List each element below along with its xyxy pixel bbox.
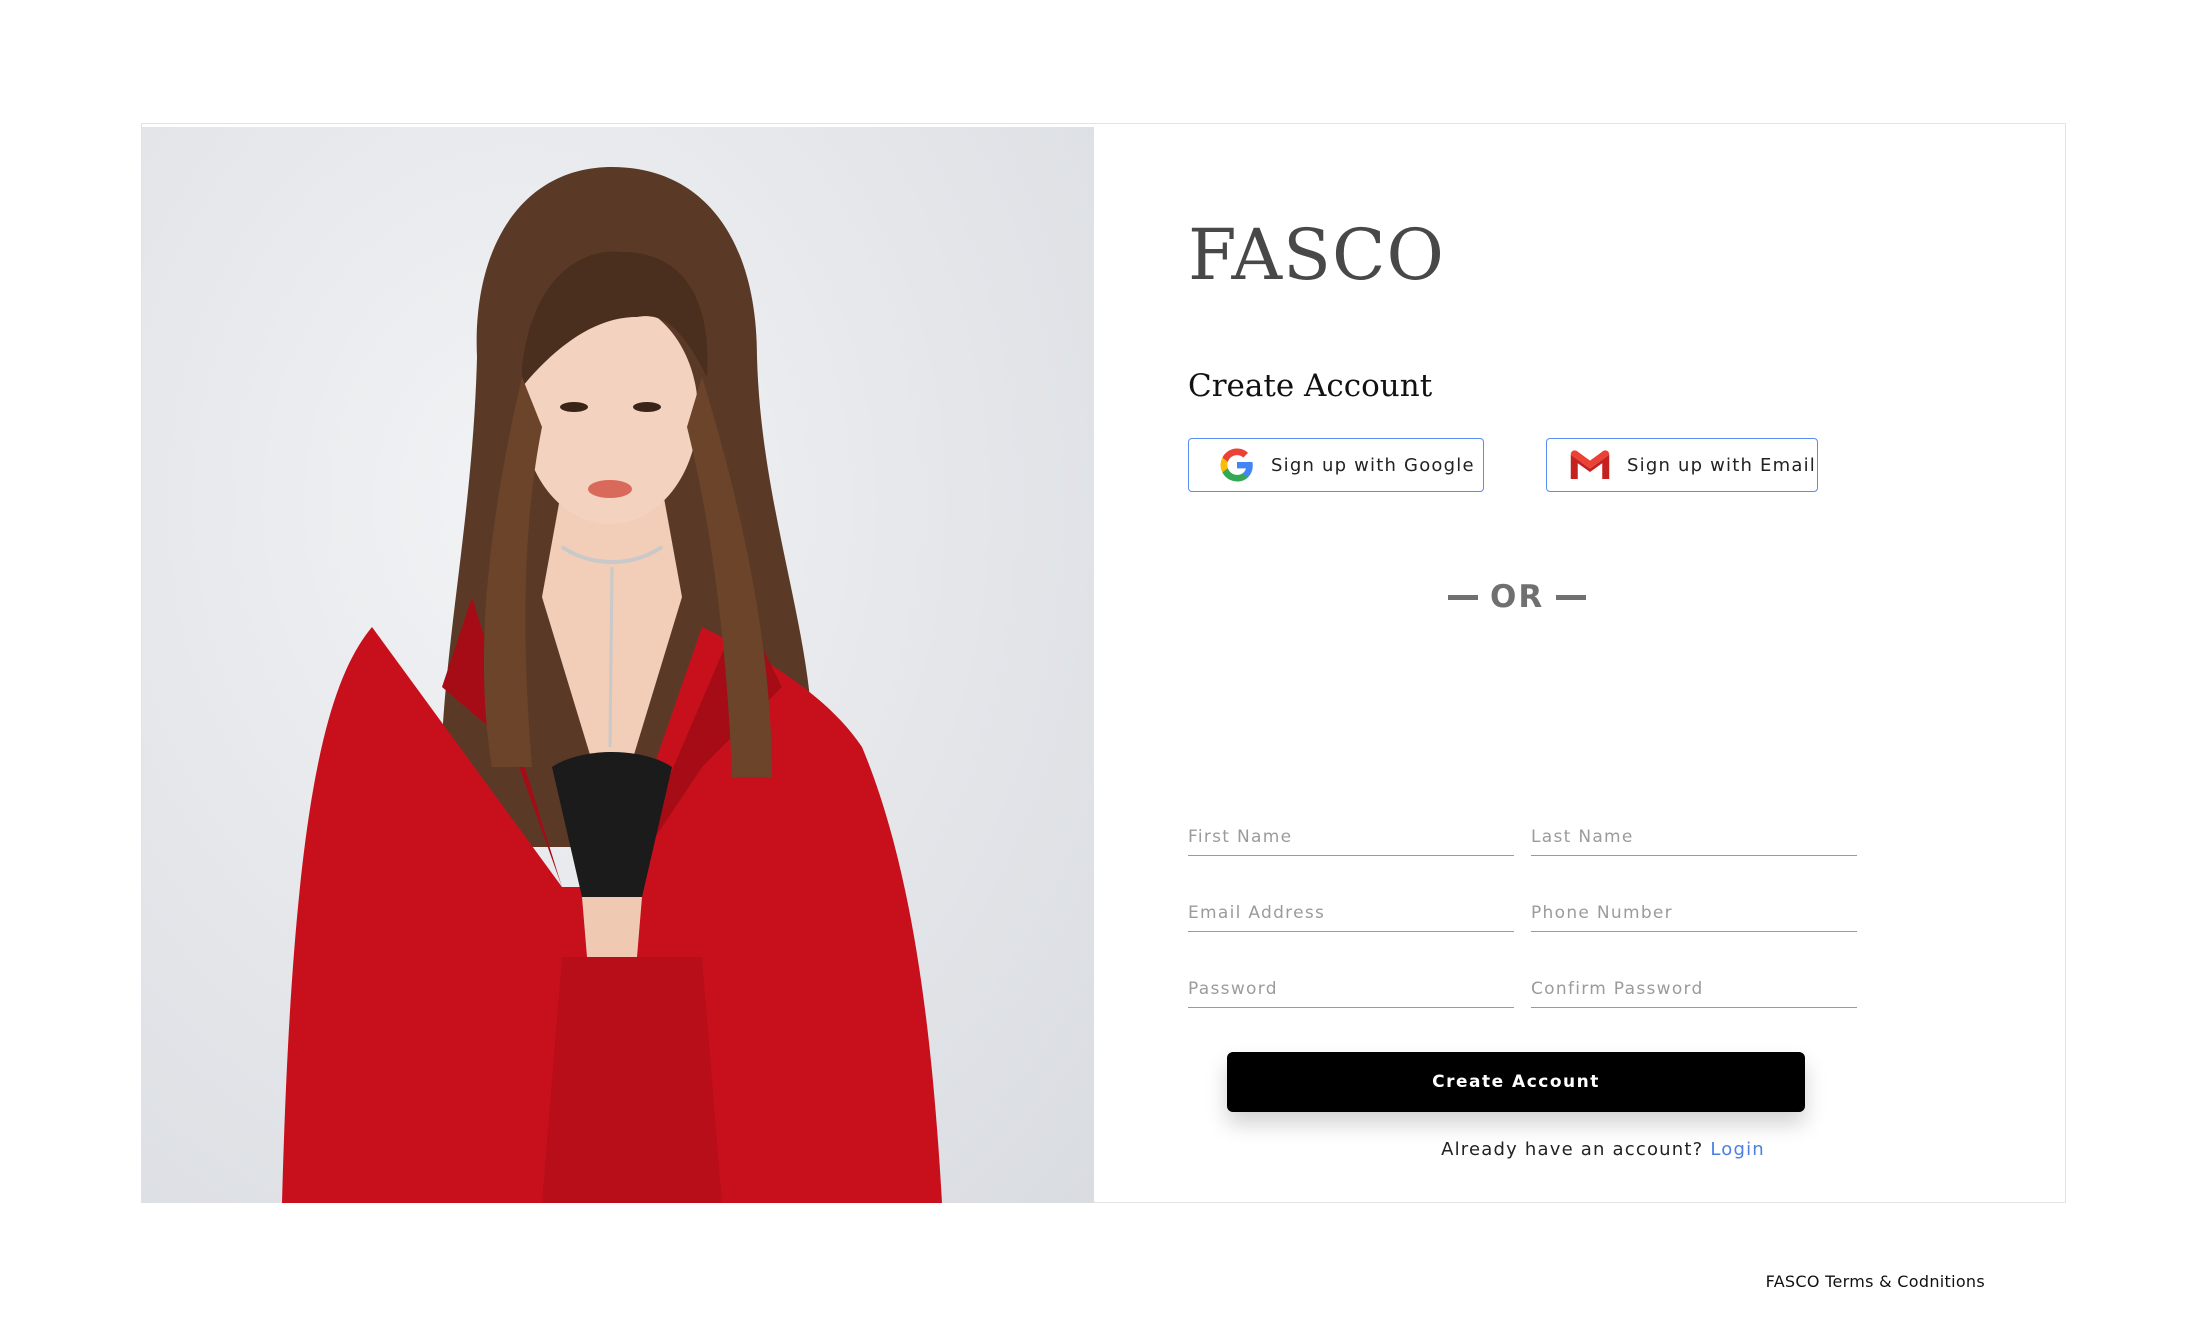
first-name-field[interactable] [1188,810,1514,856]
gmail-logo-icon [1570,450,1610,479]
login-link[interactable]: Login [1710,1139,1765,1160]
divider-line-right [1556,594,1587,600]
brand-logo: FASCO [1188,214,1445,296]
google-signup-button[interactable]: Sign up with Google [1188,438,1484,492]
email-signup-button[interactable]: Sign up with Email [1546,438,1818,492]
google-signup-label: Sign up with Google [1271,454,1475,476]
password-field[interactable] [1188,962,1514,1008]
login-prompt: Already have an account? Login [1094,1139,2112,1160]
email-field[interactable] [1188,886,1514,932]
phone-field[interactable] [1531,886,1857,932]
last-name-field[interactable] [1531,810,1857,856]
google-logo-icon [1220,448,1253,482]
or-divider: OR [1448,579,1587,615]
page-title: Create Account [1188,368,1433,404]
signup-form-panel: FASCO Create Account Sign up with Google… [1094,124,2065,1291]
login-prompt-text: Already have an account? [1441,1139,1704,1160]
signup-card: FASCO Create Account Sign up with Google… [141,123,2066,1291]
confirm-password-field[interactable] [1531,962,1857,1008]
email-signup-label: Sign up with Email [1627,454,1816,476]
divider-line-left [1448,594,1478,600]
create-account-button[interactable]: Create Account [1227,1052,1805,1112]
terms-link[interactable]: FASCO Terms & Codnitions [1766,1272,1985,1291]
or-text: OR [1490,579,1545,615]
model-photo [142,127,1094,1203]
